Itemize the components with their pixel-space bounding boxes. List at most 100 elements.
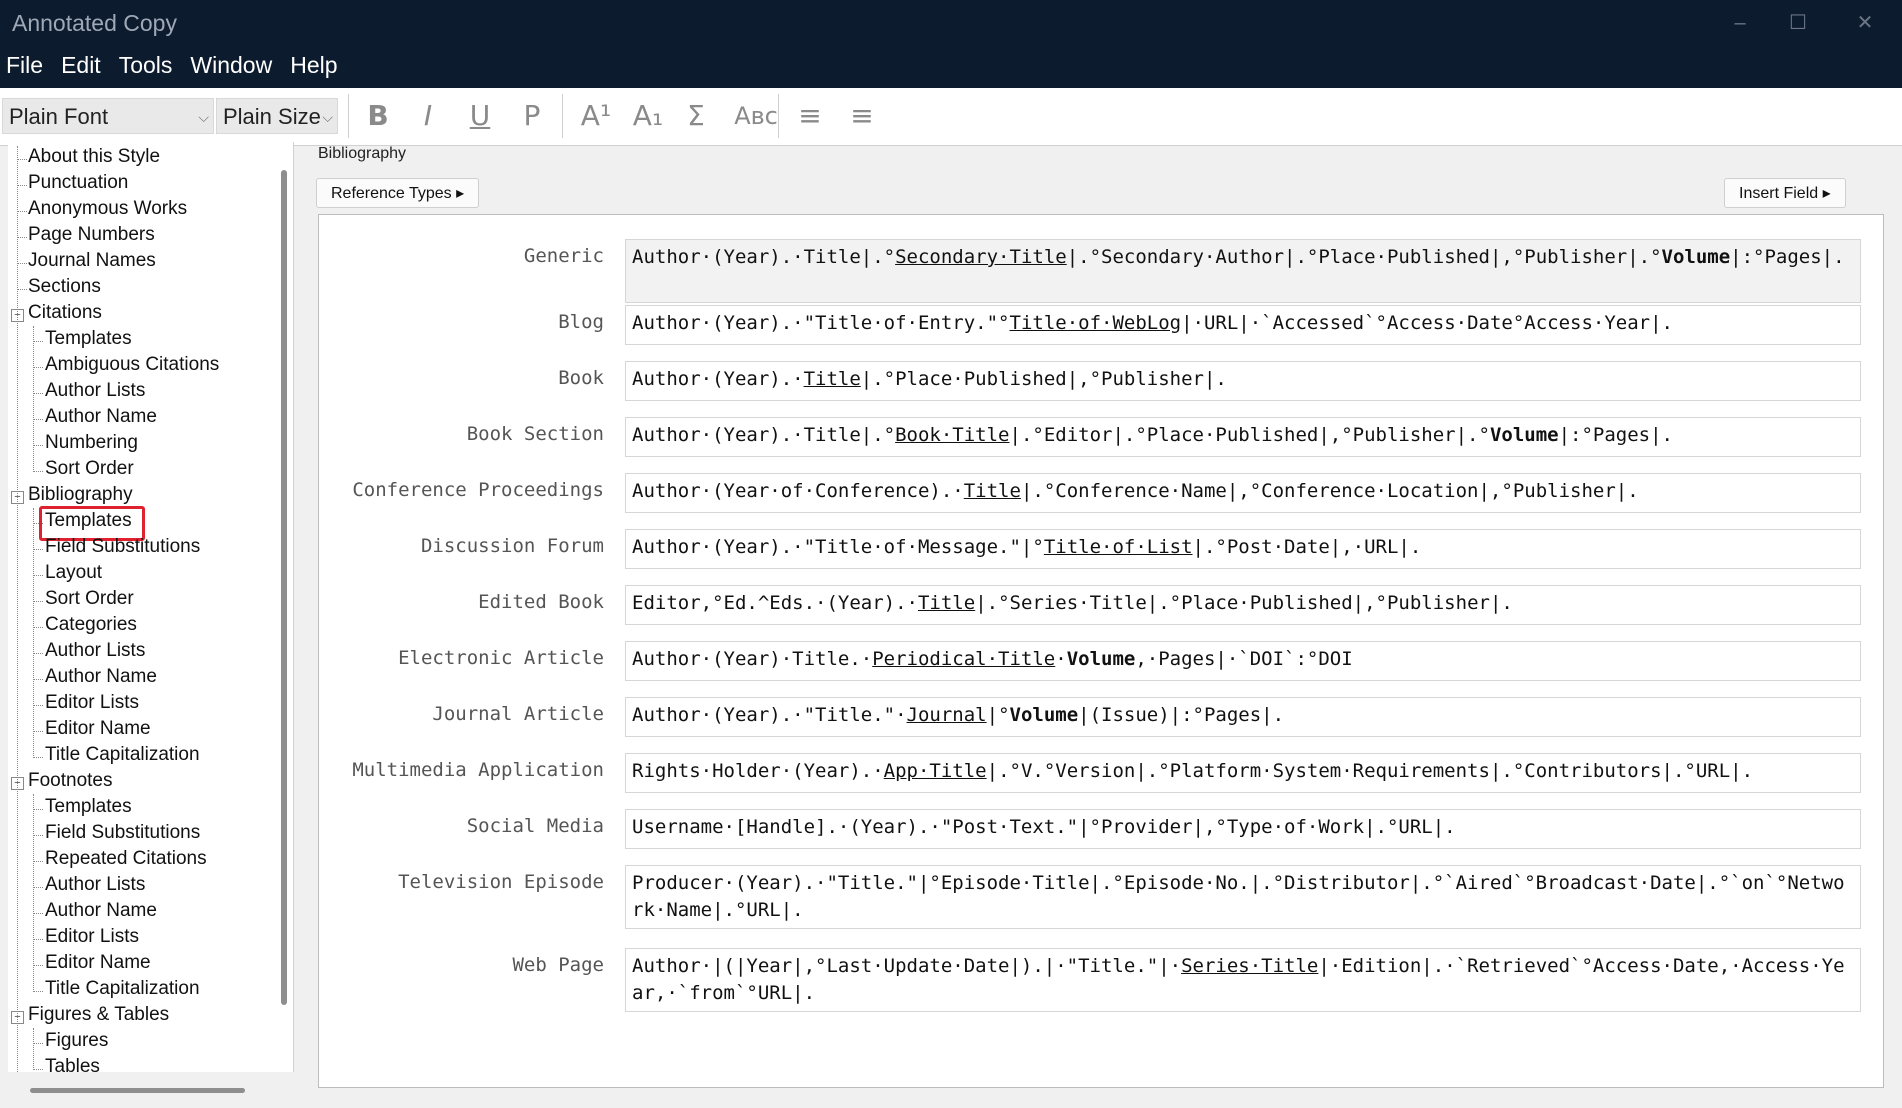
- menu-file[interactable]: File: [6, 52, 43, 79]
- tree-connector: [33, 794, 34, 992]
- reference-type-label: Conference Proceedings: [352, 479, 604, 501]
- templates-panel: Generic Author·(Year).·Title|.°Secondary·…: [318, 214, 1884, 1088]
- sidebar-item[interactable]: Punctuation: [28, 172, 128, 194]
- bibliography-templates-pane: Bibliography Reference Types ▸ Insert Fi…: [303, 142, 1902, 1108]
- sidebar-item[interactable]: Ambiguous Citations: [45, 354, 219, 376]
- template-field[interactable]: Author·(Year·of·Conference).·Title|.°Con…: [625, 473, 1861, 513]
- sidebar-scrollbar[interactable]: [281, 170, 287, 1005]
- sidebar-item[interactable]: Author Lists: [45, 380, 145, 402]
- sidebar-item[interactable]: Title Capitalization: [45, 744, 200, 766]
- sidebar-item[interactable]: Journal Names: [28, 250, 156, 272]
- tree-connector: [33, 445, 43, 446]
- template-field[interactable]: Author·(Year)·Title.·Periodical·Title·Vo…: [625, 641, 1861, 681]
- template-field[interactable]: Author·|(|Year|,°Last·Update·Date|).|·"T…: [625, 948, 1861, 1012]
- sidebar-horizontal-scrollbar[interactable]: [30, 1088, 245, 1093]
- subscript-button[interactable]: A₁: [626, 96, 670, 136]
- size-select[interactable]: Plain Size ⌵: [216, 98, 338, 134]
- menu-help[interactable]: Help: [290, 52, 337, 79]
- sidebar-item[interactable]: Editor Name: [45, 952, 151, 974]
- font-select[interactable]: Plain Font ⌵: [2, 98, 214, 134]
- sidebar-item[interactable]: Author Lists: [45, 640, 145, 662]
- align-left-button[interactable]: ≡: [788, 96, 832, 136]
- tree-connector: [17, 159, 27, 160]
- formatting-toolbar: Plain Font ⌵ Plain Size ⌵ B I U P A¹ A₁ …: [0, 88, 1902, 146]
- sidebar-item[interactable]: Repeated Citations: [45, 848, 207, 870]
- template-field[interactable]: Producer·(Year).·"Title."|°Episode·Title…: [625, 865, 1861, 929]
- font-select-value: Plain Font: [9, 104, 109, 129]
- sidebar-item[interactable]: Numbering: [45, 432, 138, 454]
- insert-field-button[interactable]: Insert Field ▸: [1724, 178, 1846, 208]
- window-title: Annotated Copy: [12, 10, 177, 36]
- tree-connector: [33, 627, 43, 628]
- tree-connector: [33, 705, 43, 706]
- sidebar-item[interactable]: Author Name: [45, 406, 157, 428]
- template-field[interactable]: Author·(Year).·Title|.°Secondary·Title|.…: [625, 239, 1861, 303]
- sidebar-item[interactable]: Sort Order: [45, 588, 134, 610]
- sidebar-item[interactable]: Author Name: [45, 666, 157, 688]
- reference-types-button[interactable]: Reference Types ▸: [316, 178, 480, 208]
- sidebar-item[interactable]: Editor Lists: [45, 926, 139, 948]
- tree-connector: [33, 341, 43, 342]
- menu-edit[interactable]: Edit: [61, 52, 101, 79]
- sidebar-item[interactable]: Anonymous Works: [28, 198, 187, 220]
- underline-button[interactable]: U: [458, 96, 502, 136]
- reference-type-label: Social Media: [466, 815, 604, 837]
- sidebar-item[interactable]: Author Name: [45, 900, 157, 922]
- sidebar-item[interactable]: Sections: [28, 276, 101, 298]
- symbol-button[interactable]: Σ: [674, 96, 718, 136]
- minimize-button[interactable]: –: [1720, 8, 1760, 38]
- template-field[interactable]: Author·(Year).·Title|.°Place·Published|,…: [625, 361, 1861, 401]
- template-field[interactable]: Editor,°Ed.^Eds.·(Year).·Title|.°Series·…: [625, 585, 1861, 625]
- reference-type-label: Book: [558, 367, 604, 389]
- sidebar-item[interactable]: Bibliography: [28, 484, 133, 506]
- sidebar-item[interactable]: Figures & Tables: [28, 1004, 169, 1026]
- template-field[interactable]: Author·(Year).·"Title."·Journal|°Volume|…: [625, 697, 1861, 737]
- tree-connector: [33, 1028, 34, 1070]
- small-caps-button[interactable]: Aʙᴄ: [726, 96, 786, 136]
- menu-tools[interactable]: Tools: [119, 52, 173, 79]
- sidebar-item[interactable]: About this Style: [28, 146, 160, 168]
- reference-type-label: Book Section: [466, 423, 604, 445]
- sidebar-item[interactable]: Layout: [45, 562, 102, 584]
- chevron-down-icon: ⌵: [198, 109, 209, 125]
- template-field[interactable]: Username·[Handle].·(Year).·"Post·Text."|…: [625, 809, 1861, 849]
- sidebar-item[interactable]: Tables: [45, 1056, 100, 1078]
- template-field[interactable]: Rights·Holder·(Year).·App·Title|.°V.°Ver…: [625, 753, 1861, 793]
- sidebar-item[interactable]: Figures: [45, 1030, 108, 1052]
- sidebar-item[interactable]: Citations: [28, 302, 102, 324]
- plain-button[interactable]: P: [510, 96, 554, 136]
- bold-button[interactable]: B: [356, 96, 400, 136]
- superscript-button[interactable]: A¹: [574, 96, 618, 136]
- tree-connector: [33, 679, 43, 680]
- template-field[interactable]: Author·(Year).·Title|.°Book·Title|.°Edit…: [625, 417, 1861, 457]
- sidebar-item[interactable]: Page Numbers: [28, 224, 155, 246]
- sidebar-item[interactable]: Sort Order: [45, 458, 134, 480]
- sidebar-item[interactable]: Field Substitutions: [45, 822, 200, 844]
- tree-connector: [33, 471, 43, 472]
- tree-connector: [33, 419, 43, 420]
- title-bar: Annotated Copy – ☐ ✕ File Edit Tools Win…: [0, 0, 1902, 88]
- tree-connector: [33, 835, 43, 836]
- maximize-button[interactable]: ☐: [1778, 8, 1818, 38]
- italic-button[interactable]: I: [406, 96, 450, 136]
- tree-connector: [33, 1043, 43, 1044]
- sidebar-item[interactable]: Editor Name: [45, 718, 151, 740]
- sidebar-item[interactable]: Templates: [45, 796, 132, 818]
- sidebar-item[interactable]: Editor Lists: [45, 692, 139, 714]
- tree-connector: [17, 237, 27, 238]
- template-field[interactable]: Author·(Year).·"Title·of·Entry."°Title·o…: [625, 305, 1861, 345]
- section-title: Bibliography: [318, 145, 407, 162]
- tree-connector: [33, 991, 43, 992]
- sidebar-item[interactable]: Author Lists: [45, 874, 145, 896]
- sidebar-item[interactable]: Templates: [45, 328, 132, 350]
- sidebar-item[interactable]: Footnotes: [28, 770, 113, 792]
- align-justify-button[interactable]: ≡: [840, 96, 884, 136]
- sidebar-item[interactable]: Field Substitutions: [45, 536, 200, 558]
- close-button[interactable]: ✕: [1845, 8, 1885, 38]
- sidebar-item[interactable]: Categories: [45, 614, 137, 636]
- tree-connector: [33, 508, 34, 758]
- reference-type-label: Television Episode: [398, 871, 604, 893]
- sidebar-item[interactable]: Title Capitalization: [45, 978, 200, 1000]
- menu-window[interactable]: Window: [190, 52, 272, 79]
- template-field[interactable]: Author·(Year).·"Title·of·Message."|°Titl…: [625, 529, 1861, 569]
